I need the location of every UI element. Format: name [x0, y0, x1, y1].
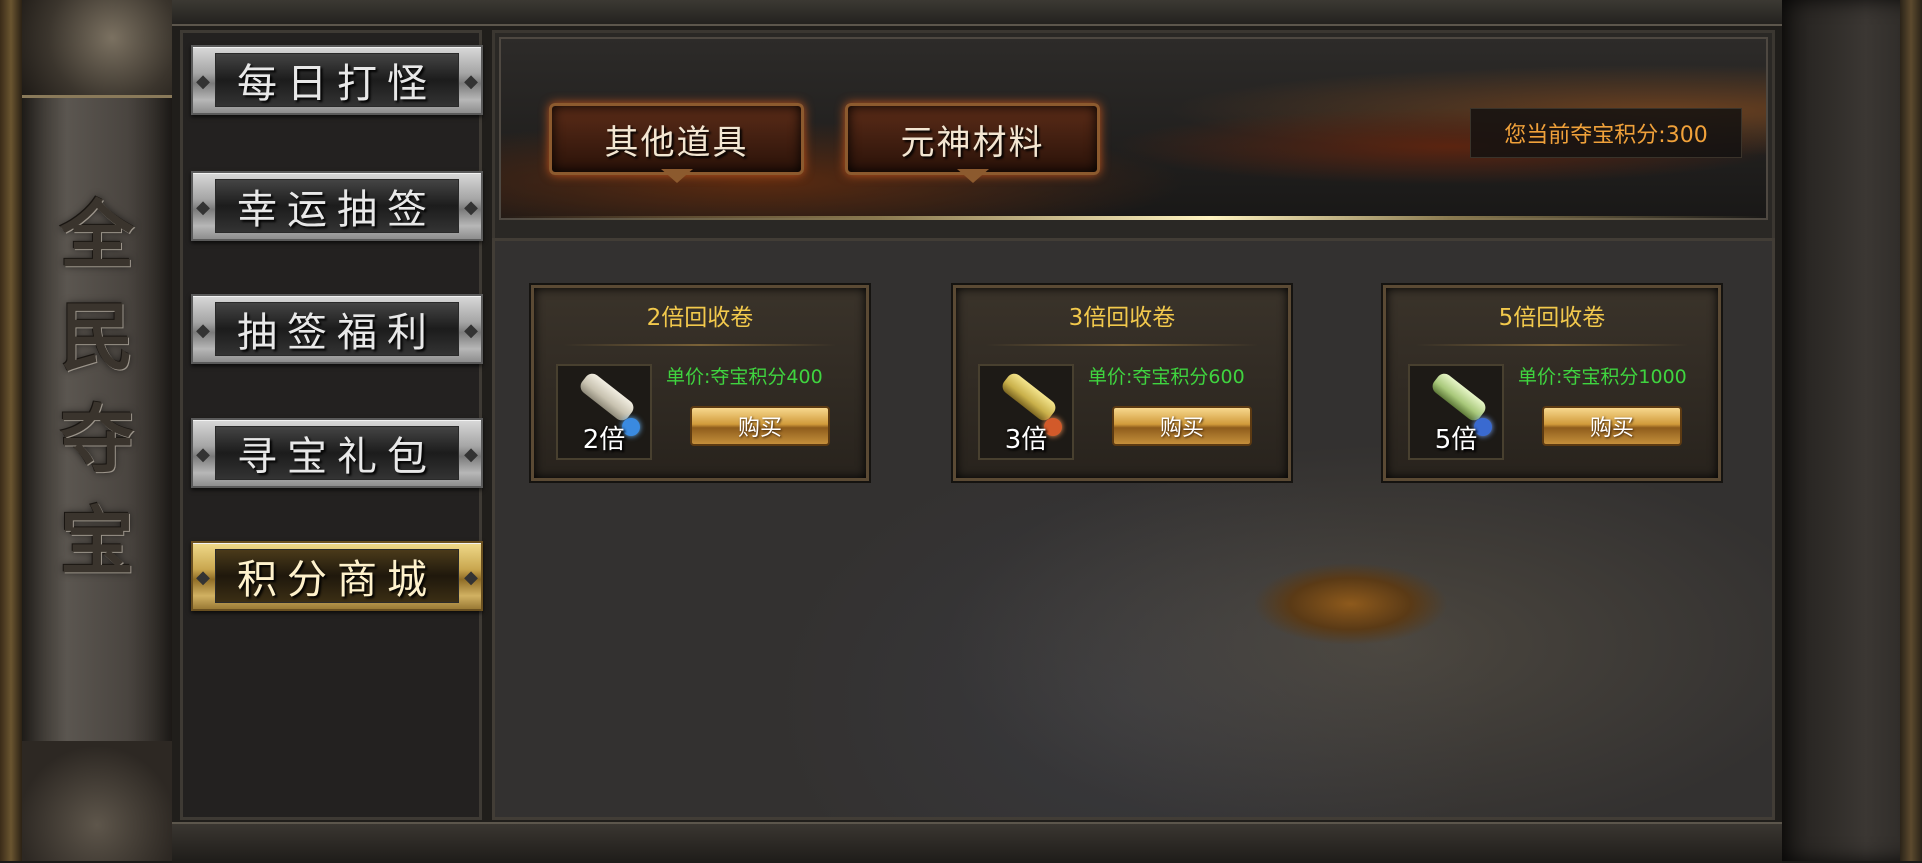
nav-item-label: 寻宝礼包 — [237, 434, 437, 480]
divider — [986, 344, 1258, 346]
bottom-frame-bar — [172, 822, 1782, 863]
title-char: 宝 — [60, 499, 134, 585]
left-edge-decoration — [0, 0, 22, 861]
banner-divider — [501, 216, 1766, 220]
shop-grid: 2倍回收卷 2倍 单价:夺宝积分400 购买 3倍回收卷 3倍 单价:夺宝积分6… — [492, 238, 1775, 820]
nav-item-points-mall[interactable]: ◆ 积分商城 ◆ — [191, 533, 483, 619]
title-char: 夺 — [60, 397, 134, 483]
points-display: 您当前夺宝积分:300 — [1470, 108, 1742, 158]
buy-button[interactable]: 购买 — [690, 406, 830, 446]
item-multiplier: 2倍 — [582, 425, 626, 455]
nav-menu: ◆ 每日打怪 ◆ ◆ 幸运抽签 ◆ ◆ 抽签福利 ◆ ◆ 寻宝礼包 ◆ ◆ 积分… — [180, 30, 483, 820]
chevron-right-icon: ◆ — [464, 197, 478, 218]
side-pillar: 全 民 夺 宝 — [22, 0, 175, 861]
buy-button[interactable]: 购买 — [1112, 406, 1252, 446]
nav-item-label: 幸运抽签 — [237, 187, 437, 233]
item-price: 单价:夺宝积分1000 — [1518, 366, 1687, 388]
title-char: 全 — [60, 193, 134, 279]
item-price: 单价:夺宝积分600 — [1088, 366, 1245, 388]
item-multiplier: 5倍 — [1434, 425, 1478, 455]
shop-item-card: 5倍回收卷 5倍 单价:夺宝积分1000 购买 — [1383, 285, 1721, 481]
item-multiplier: 3倍 — [1004, 425, 1048, 455]
nav-item-draw-benefits[interactable]: ◆ 抽签福利 ◆ — [191, 286, 483, 372]
chevron-right-icon: ◆ — [464, 320, 478, 341]
item-price: 单价:夺宝积分400 — [666, 366, 823, 388]
item-title: 2倍回收卷 — [646, 305, 754, 331]
cloud-ornament-icon — [22, 741, 172, 861]
nav-item-label: 每日打怪 — [237, 61, 437, 107]
item-title: 5倍回收卷 — [1498, 305, 1606, 331]
shop-item-card: 2倍回收卷 2倍 单价:夺宝积分400 购买 — [531, 285, 869, 481]
nav-item-lucky-draw[interactable]: ◆ 幸运抽签 ◆ — [191, 163, 483, 249]
title-char: 民 — [60, 295, 134, 381]
item-title: 3倍回收卷 — [1068, 305, 1176, 331]
nav-item-label: 积分商城 — [237, 557, 437, 603]
divider — [564, 344, 836, 346]
buy-button[interactable]: 购买 — [1542, 406, 1682, 446]
scroll-icon[interactable]: 3倍 — [978, 364, 1074, 460]
dragon-ornament-icon — [22, 0, 172, 98]
top-frame-bar — [172, 0, 1782, 26]
tab-other-items[interactable]: 其他道具 — [549, 103, 804, 187]
tab-label: 其他道具 — [604, 122, 749, 163]
tab-soul-materials[interactable]: 元神材料 — [845, 103, 1100, 187]
shop-item-card: 3倍回收卷 3倍 单价:夺宝积分600 购买 — [953, 285, 1291, 481]
page-title: 全 民 夺 宝 — [22, 185, 172, 593]
divider — [1416, 344, 1688, 346]
chevron-right-icon: ◆ — [464, 567, 478, 588]
nav-item-daily-monsters[interactable]: ◆ 每日打怪 ◆ — [191, 37, 483, 123]
nav-item-label: 抽签福利 — [237, 310, 437, 356]
nav-item-treasure-pack[interactable]: ◆ 寻宝礼包 ◆ — [191, 410, 483, 496]
chevron-right-icon: ◆ — [464, 71, 478, 92]
scroll-icon[interactable]: 2倍 — [556, 364, 652, 460]
right-edge-decoration — [1900, 0, 1922, 861]
tab-label: 元神材料 — [900, 122, 1045, 163]
scroll-icon[interactable]: 5倍 — [1408, 364, 1504, 460]
chevron-right-icon: ◆ — [464, 444, 478, 465]
